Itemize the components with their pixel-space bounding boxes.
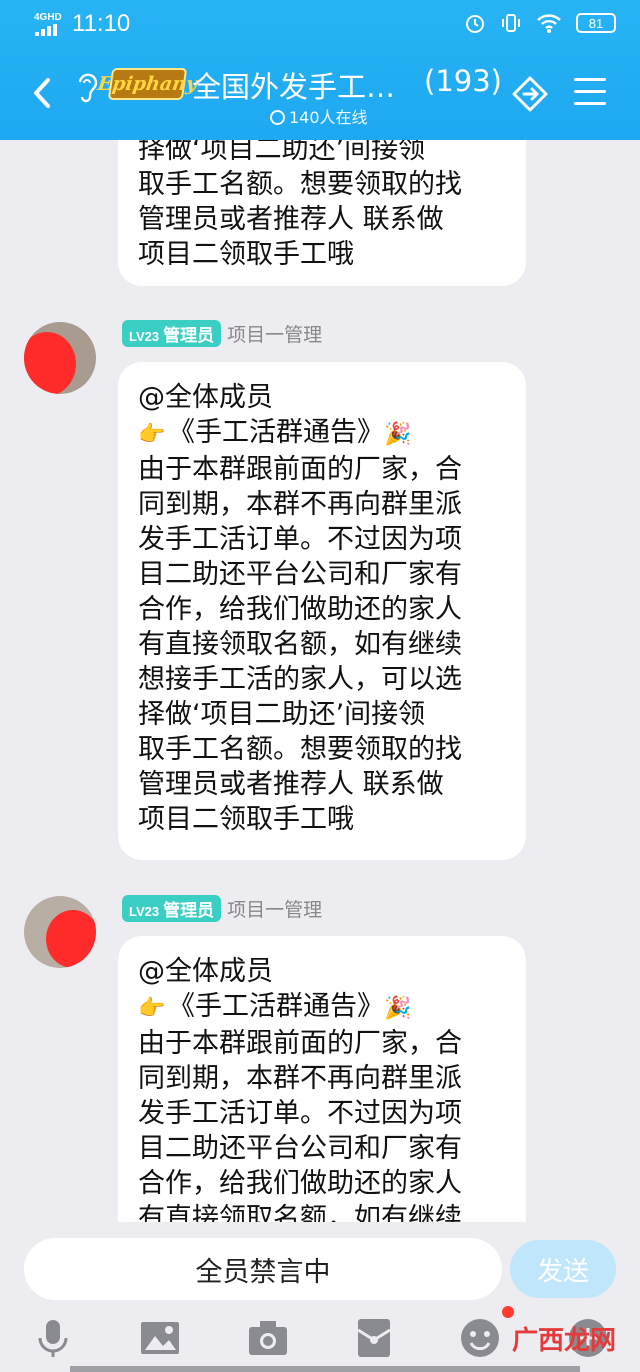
message-line: 目二助还平台公司和厂家有 [138,1133,462,1164]
message-line: 管理员或者推荐人 联系做 [138,204,444,235]
sender-name[interactable]: 项目一管理 [227,895,322,922]
message-bubble: @全体成员 👉《手工活群通告》🎉 由于本群跟前面的厂家，合 同到期，本群不再向群… [118,362,526,860]
chat-header: 4GHD 11:10 81 Epiphany 全国外发手工… (193) 140… [0,0,640,140]
pointing-hand-icon: 👉 [138,422,166,447]
online-status: 140人在线 [270,104,368,128]
message-line: 合作，给我们做助还的家人 [138,1168,462,1199]
message-line: 择做‘项目二助还’间接领 [138,699,426,730]
mention-all: @全体成员 [138,382,273,413]
message-line: 取手工名额。想要领取的找 [138,734,462,765]
group-title[interactable]: 全国外发手工… [192,64,402,106]
message-line: 管理员或者推荐人 联系做 [138,769,444,800]
message-line: 目二助还平台公司和厂家有 [138,559,462,590]
avatar[interactable] [24,896,96,968]
sender-name[interactable]: 项目一管理 [227,320,322,347]
share-icon[interactable] [508,72,552,116]
message-line: 项目二领取手工哦 [138,804,354,835]
avatar[interactable] [24,322,96,394]
online-icon [270,110,285,125]
wifi-icon [537,14,561,33]
message-input-muted[interactable]: 全员禁言中 [24,1238,502,1300]
message-line: 项目二领取手工哦 [138,239,354,270]
send-button[interactable]: 发送 [510,1240,616,1298]
online-count: 140人在线 [289,108,368,127]
group-logo: Epiphany [96,68,199,100]
sender-info: LV23 管理员 项目一管理 [122,320,322,347]
sender-info: LV23 管理员 项目一管理 [122,895,322,922]
message-line: 发手工活订单。不过因为项 [138,1098,462,1129]
status-bar: 4GHD 11:10 81 [0,0,640,46]
alarm-icon [466,15,484,33]
notice-title: 《手工活群通告》 [168,991,384,1022]
message-line: 有直接领取名额，如有继续 [138,629,462,660]
ear-mode-icon[interactable] [74,70,100,104]
member-badge: LV23 管理员 [122,895,222,922]
party-popper-icon: 🎉 [384,422,412,447]
message-bubble: @全体成员 👉《手工活群通告》🎉 由于本群跟前面的厂家，合 同到期，本群不再向群… [118,936,526,1236]
mention-all: @全体成员 [138,956,273,987]
clock: 11:10 [72,10,131,37]
member-count[interactable]: (193) [424,64,502,98]
red-packet-icon[interactable] [352,1316,396,1360]
message-bubble: 择做‘项目二助还’间接领 取手工名额。想要领取的找 管理员或者推荐人 联系做 项… [118,120,526,286]
message-line: 同到期，本群不再向群里派 [138,489,462,520]
message-line: 发手工活订单。不过因为项 [138,524,462,555]
back-button[interactable] [22,70,68,116]
vibrate-icon [502,14,520,32]
member-badge: LV23 管理员 [122,320,222,347]
battery-icon: 81 [576,13,616,33]
notification-dot [502,1306,514,1318]
emoji-icon[interactable] [458,1316,502,1360]
message-line: 合作，给我们做助还的家人 [138,594,462,625]
party-popper-icon: 🎉 [384,996,412,1021]
signal-icon [35,24,61,36]
gesture-bar [70,1366,580,1372]
network-type: 4GHD [34,12,62,23]
message-line: 取手工名额。想要领取的找 [138,169,462,200]
message-line: 同到期，本群不再向群里派 [138,1063,462,1094]
message-line: 由于本群跟前面的厂家，合 [138,454,462,485]
camera-icon[interactable] [246,1316,290,1360]
message-line: 想接手工活的家人，可以选 [138,664,462,695]
message-line: 由于本群跟前面的厂家，合 [138,1028,462,1059]
microphone-icon[interactable] [31,1316,75,1360]
notice-title: 《手工活群通告》 [168,417,384,448]
image-icon[interactable] [138,1316,182,1360]
watermark: 广西龙网 [512,1326,617,1356]
pointing-hand-icon: 👉 [138,996,166,1021]
menu-icon[interactable] [574,78,606,106]
